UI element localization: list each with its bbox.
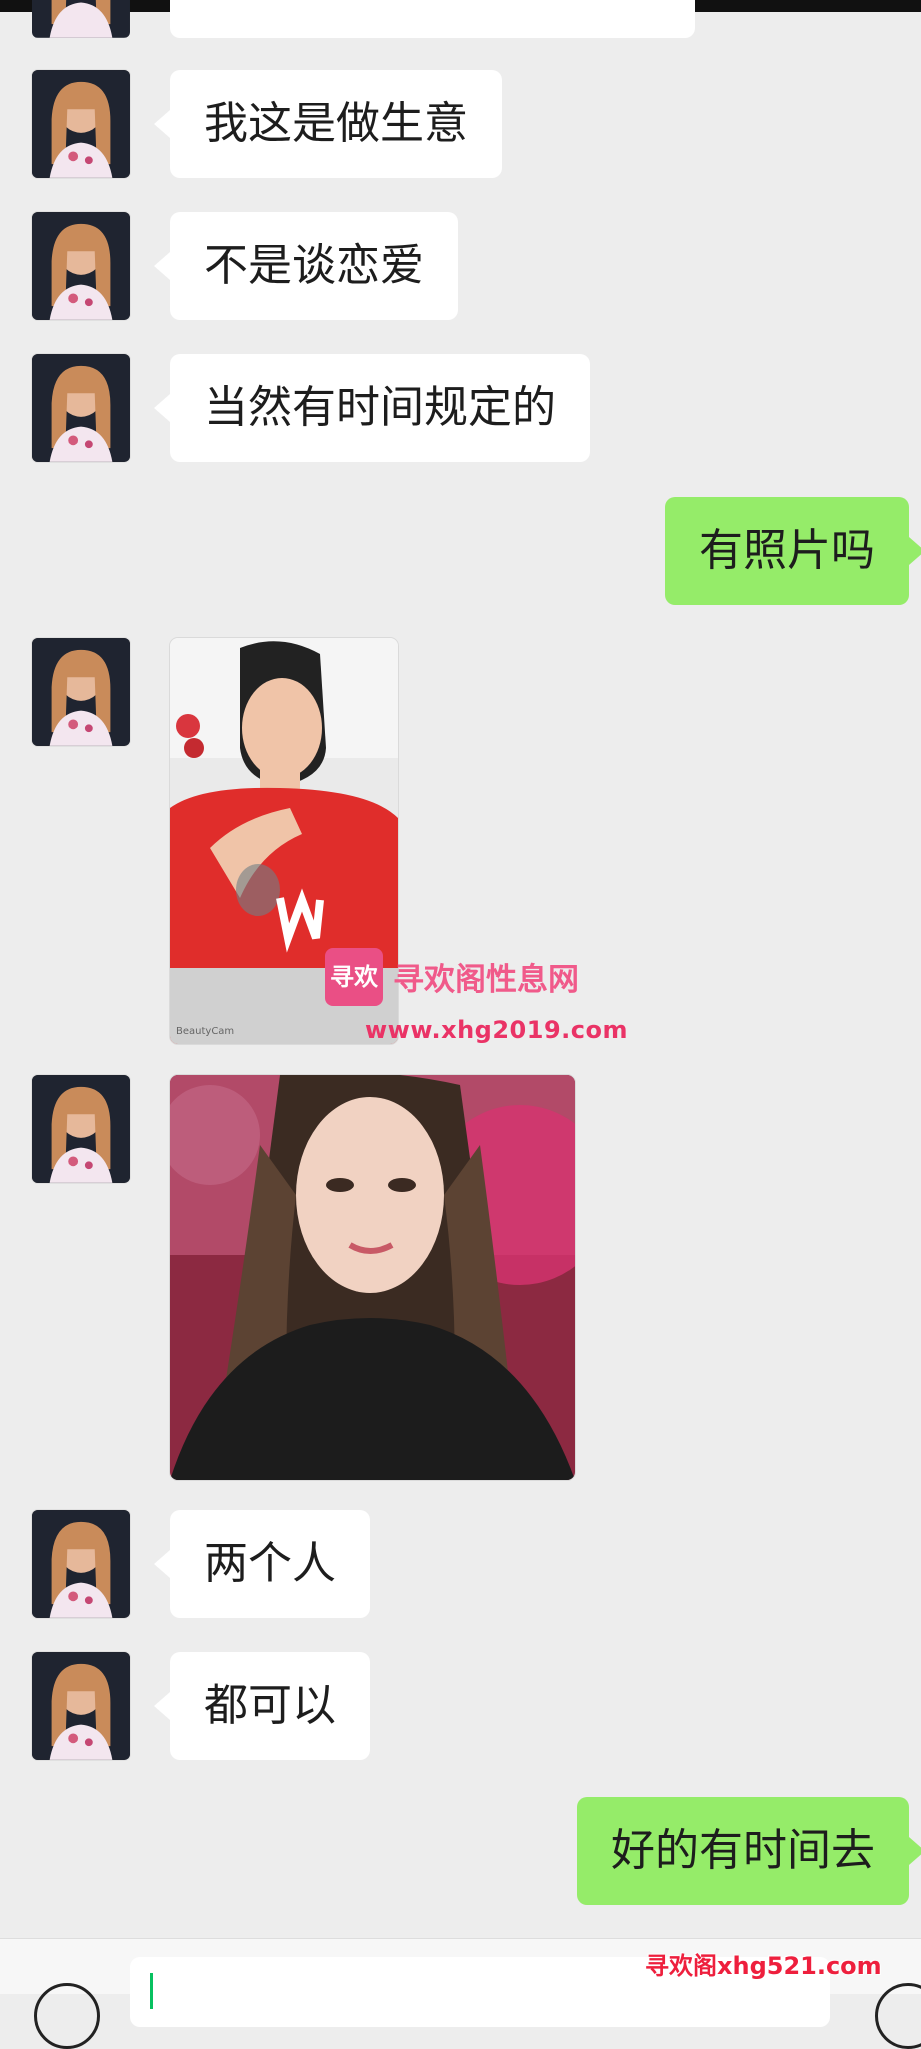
message-bubble-incoming[interactable]: 当然有时间规定的: [154, 354, 590, 462]
site-watermark: 寻欢阁xhg521.com: [645, 1952, 882, 1980]
message-text: 都可以: [204, 1680, 336, 1731]
image-message[interactable]: [170, 1075, 575, 1480]
chat-window: 我这是做生意 不是谈恋爱 当然有时间规定的 有照片吗 BeautyCam 寻欢 …: [0, 0, 921, 2049]
contact-avatar[interactable]: [32, 1075, 130, 1183]
text-cursor: [150, 1973, 153, 2009]
svg-text:BeautyCam: BeautyCam: [176, 1026, 234, 1037]
contact-avatar[interactable]: [32, 212, 130, 320]
watermark-title: 寻欢阁性息网: [393, 962, 579, 998]
message-text: 不是谈恋爱: [204, 240, 424, 291]
contact-avatar[interactable]: [32, 70, 130, 178]
message-text: 我这是做生意: [204, 98, 468, 149]
contact-avatar[interactable]: [32, 1652, 130, 1760]
photo-woman-black-jacket: [170, 1075, 575, 1480]
message-text: 有照片吗: [699, 525, 875, 576]
watermark-url: www.xhg2019.com: [365, 1016, 628, 1044]
message-text: 两个人: [204, 1538, 336, 1589]
message-bubble-outgoing[interactable]: 有照片吗: [665, 497, 921, 605]
message-bubble-partial[interactable]: [170, 0, 695, 38]
message-text: 当然有时间规定的: [204, 382, 556, 433]
contact-avatar[interactable]: [32, 354, 130, 462]
watermark-logo: 寻欢: [325, 948, 383, 1006]
message-bubble-outgoing[interactable]: 好的有时间去: [577, 1797, 921, 1905]
message-text: 好的有时间去: [611, 1825, 875, 1876]
message-bubble-incoming[interactable]: 我这是做生意: [154, 70, 502, 178]
message-bubble-incoming[interactable]: 不是谈恋爱: [154, 212, 458, 320]
message-bubble-incoming[interactable]: 两个人: [154, 1510, 370, 1618]
contact-avatar[interactable]: [32, 1510, 130, 1618]
contact-avatar[interactable]: [32, 0, 130, 38]
contact-avatar[interactable]: [32, 638, 130, 746]
message-bubble-incoming[interactable]: 都可以: [154, 1652, 370, 1760]
watermark: 寻欢 寻欢阁性息网 www.xhg2019.com: [325, 948, 627, 1044]
